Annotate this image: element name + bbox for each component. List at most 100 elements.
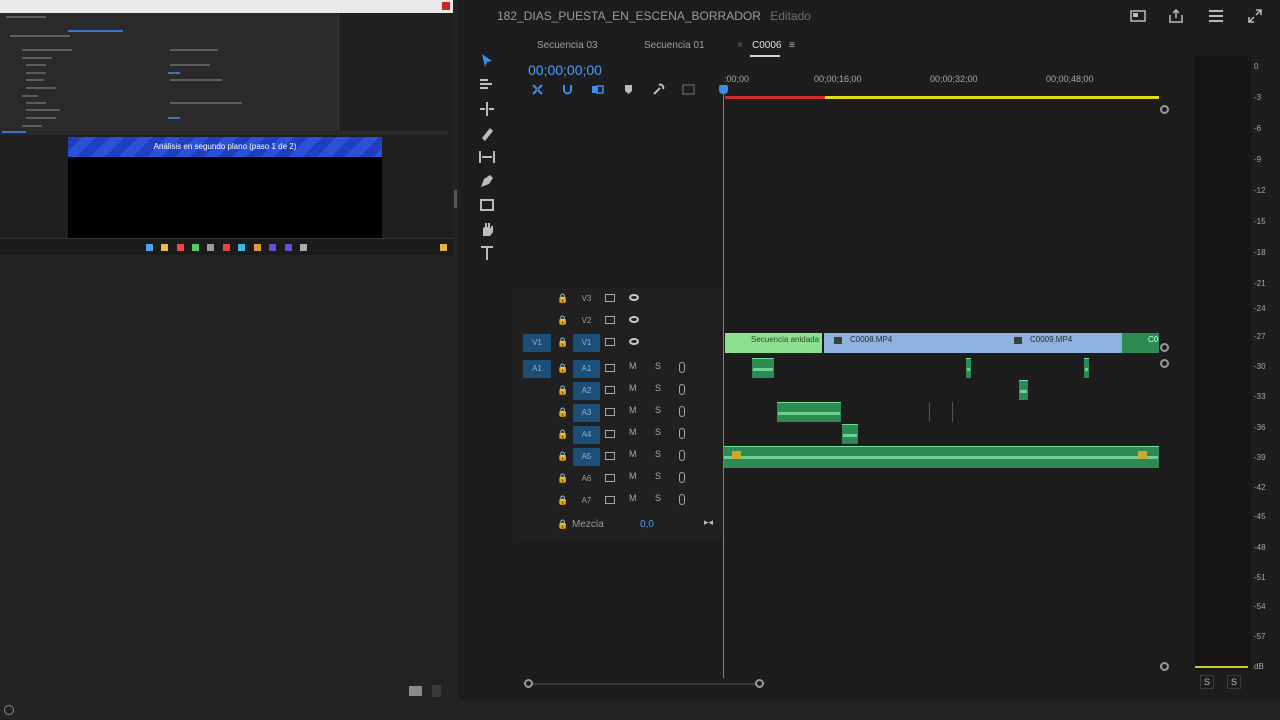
- menu-icon[interactable]: [1208, 8, 1224, 24]
- eye-icon[interactable]: [629, 316, 639, 323]
- rectangle-tool-icon[interactable]: [478, 196, 496, 214]
- export-icon[interactable]: [1168, 8, 1184, 24]
- audio-clip[interactable]: [777, 402, 841, 422]
- hand-tool-icon[interactable]: [478, 220, 496, 238]
- zoom-handle-right[interactable]: [755, 679, 764, 688]
- solo-button[interactable]: S: [655, 449, 661, 459]
- solo-button[interactable]: S: [655, 471, 661, 481]
- lock-icon[interactable]: 🔒: [557, 293, 568, 303]
- eye-icon[interactable]: [629, 338, 639, 345]
- track-name[interactable]: A7: [573, 492, 600, 510]
- sync-lock-icon[interactable]: [605, 386, 615, 394]
- lock-icon[interactable]: 🔒: [557, 337, 568, 347]
- mute-button[interactable]: M: [629, 427, 637, 437]
- lock-icon[interactable]: 🔒: [557, 407, 568, 417]
- sync-lock-icon[interactable]: [605, 408, 615, 416]
- mute-button[interactable]: M: [629, 449, 637, 459]
- lock-icon[interactable]: 🔒: [557, 385, 568, 395]
- tab-secuencia-01[interactable]: Secuencia 01: [644, 40, 705, 51]
- selection-tool-icon[interactable]: [478, 52, 496, 70]
- vertical-zoom-handle[interactable]: [1160, 105, 1169, 114]
- vertical-zoom-handle[interactable]: [1160, 359, 1169, 368]
- horizontal-scrollbar[interactable]: [529, 683, 763, 685]
- track-name[interactable]: A2: [573, 382, 600, 400]
- audio-clip[interactable]: [966, 358, 971, 378]
- trash-icon[interactable]: [432, 685, 441, 697]
- sync-lock-icon[interactable]: [605, 452, 615, 460]
- mute-button[interactable]: M: [629, 405, 637, 415]
- vertical-zoom-handle[interactable]: [1160, 343, 1169, 352]
- lock-icon[interactable]: 🔒: [557, 473, 568, 483]
- sync-lock-icon[interactable]: [605, 496, 615, 504]
- track-name[interactable]: A5: [573, 448, 600, 466]
- panel-scrollbar[interactable]: [454, 190, 457, 208]
- sync-lock-icon[interactable]: [605, 294, 615, 302]
- snap-icon[interactable]: [561, 83, 574, 96]
- fullscreen-icon[interactable]: [1247, 8, 1263, 24]
- mute-button[interactable]: M: [629, 471, 637, 481]
- lock-icon[interactable]: 🔒: [557, 451, 568, 461]
- audio-clip[interactable]: [842, 424, 858, 444]
- eye-icon[interactable]: [629, 294, 639, 301]
- workspace-icon[interactable]: [1130, 8, 1146, 24]
- slip-tool-icon[interactable]: [478, 148, 496, 166]
- sync-lock-icon[interactable]: [605, 338, 615, 346]
- sync-lock-icon[interactable]: [605, 474, 615, 482]
- track-name[interactable]: V1: [573, 334, 600, 352]
- new-bin-icon[interactable]: [409, 686, 422, 696]
- playhead-timecode[interactable]: 00;00;00;00: [528, 62, 602, 78]
- mic-icon[interactable]: [679, 384, 685, 395]
- ripple-edit-tool-icon[interactable]: [478, 100, 496, 118]
- solo-button[interactable]: S: [655, 493, 661, 503]
- add-marker-icon[interactable]: [623, 84, 634, 95]
- pen-tool-icon[interactable]: [478, 172, 496, 190]
- solo-button[interactable]: S: [655, 361, 661, 371]
- tab-secuencia-03[interactable]: Secuencia 03: [537, 40, 598, 51]
- track-name[interactable]: A6: [573, 470, 600, 488]
- solo-button[interactable]: S: [655, 383, 661, 393]
- vertical-zoom-handle[interactable]: [1160, 662, 1169, 671]
- audio-clip-offline[interactable]: [929, 402, 953, 422]
- mute-button[interactable]: M: [629, 383, 637, 393]
- lock-icon[interactable]: 🔒: [557, 519, 568, 529]
- source-patch-v1[interactable]: V1: [523, 334, 551, 352]
- mute-button[interactable]: M: [629, 493, 637, 503]
- clip-nested-sequence[interactable]: Secuencia anidada: [725, 333, 822, 353]
- timeline-settings-icon[interactable]: [652, 83, 665, 96]
- clip-c0010[interactable]: C0: [1122, 333, 1159, 353]
- track-name[interactable]: A4: [573, 426, 600, 444]
- sync-lock-icon[interactable]: [605, 316, 615, 324]
- lock-icon[interactable]: 🔒: [557, 495, 568, 505]
- playhead[interactable]: [723, 85, 724, 678]
- type-tool-icon[interactable]: [478, 244, 496, 262]
- lock-icon[interactable]: 🔒: [557, 315, 568, 325]
- zoom-handle-left[interactable]: [524, 679, 533, 688]
- lock-icon[interactable]: 🔒: [557, 429, 568, 439]
- meter-solo-left-button[interactable]: S: [1200, 675, 1214, 689]
- razor-tool-icon[interactable]: [478, 124, 496, 142]
- solo-button[interactable]: S: [655, 405, 661, 415]
- track-select-tool-icon[interactable]: [478, 76, 496, 94]
- audio-clip[interactable]: [1084, 358, 1089, 378]
- track-name[interactable]: V2: [573, 312, 600, 330]
- tab-menu-icon[interactable]: ≡: [789, 40, 795, 51]
- clip-c0009[interactable]: C0009.MP4: [1004, 333, 1122, 353]
- clip-c0008[interactable]: C0008.MP4: [824, 333, 1004, 353]
- mic-icon[interactable]: [679, 450, 685, 461]
- mic-icon[interactable]: [679, 494, 685, 505]
- solo-button[interactable]: S: [655, 427, 661, 437]
- audio-clip-music[interactable]: [723, 446, 1159, 468]
- track-name[interactable]: A3: [573, 404, 600, 422]
- audio-clip[interactable]: [1019, 380, 1028, 400]
- mic-icon[interactable]: [679, 428, 685, 439]
- track-name[interactable]: V3: [573, 290, 600, 308]
- captions-icon[interactable]: [682, 84, 695, 95]
- nest-icon[interactable]: [531, 83, 544, 96]
- sync-lock-icon[interactable]: [605, 364, 615, 372]
- mix-collapse-icon[interactable]: ▸◂: [704, 517, 713, 528]
- progress-icon[interactable]: [4, 705, 14, 715]
- linked-selection-icon[interactable]: [591, 83, 604, 96]
- tab-close-icon[interactable]: ×: [737, 40, 743, 51]
- lock-icon[interactable]: 🔒: [557, 363, 568, 373]
- mic-icon[interactable]: [679, 472, 685, 483]
